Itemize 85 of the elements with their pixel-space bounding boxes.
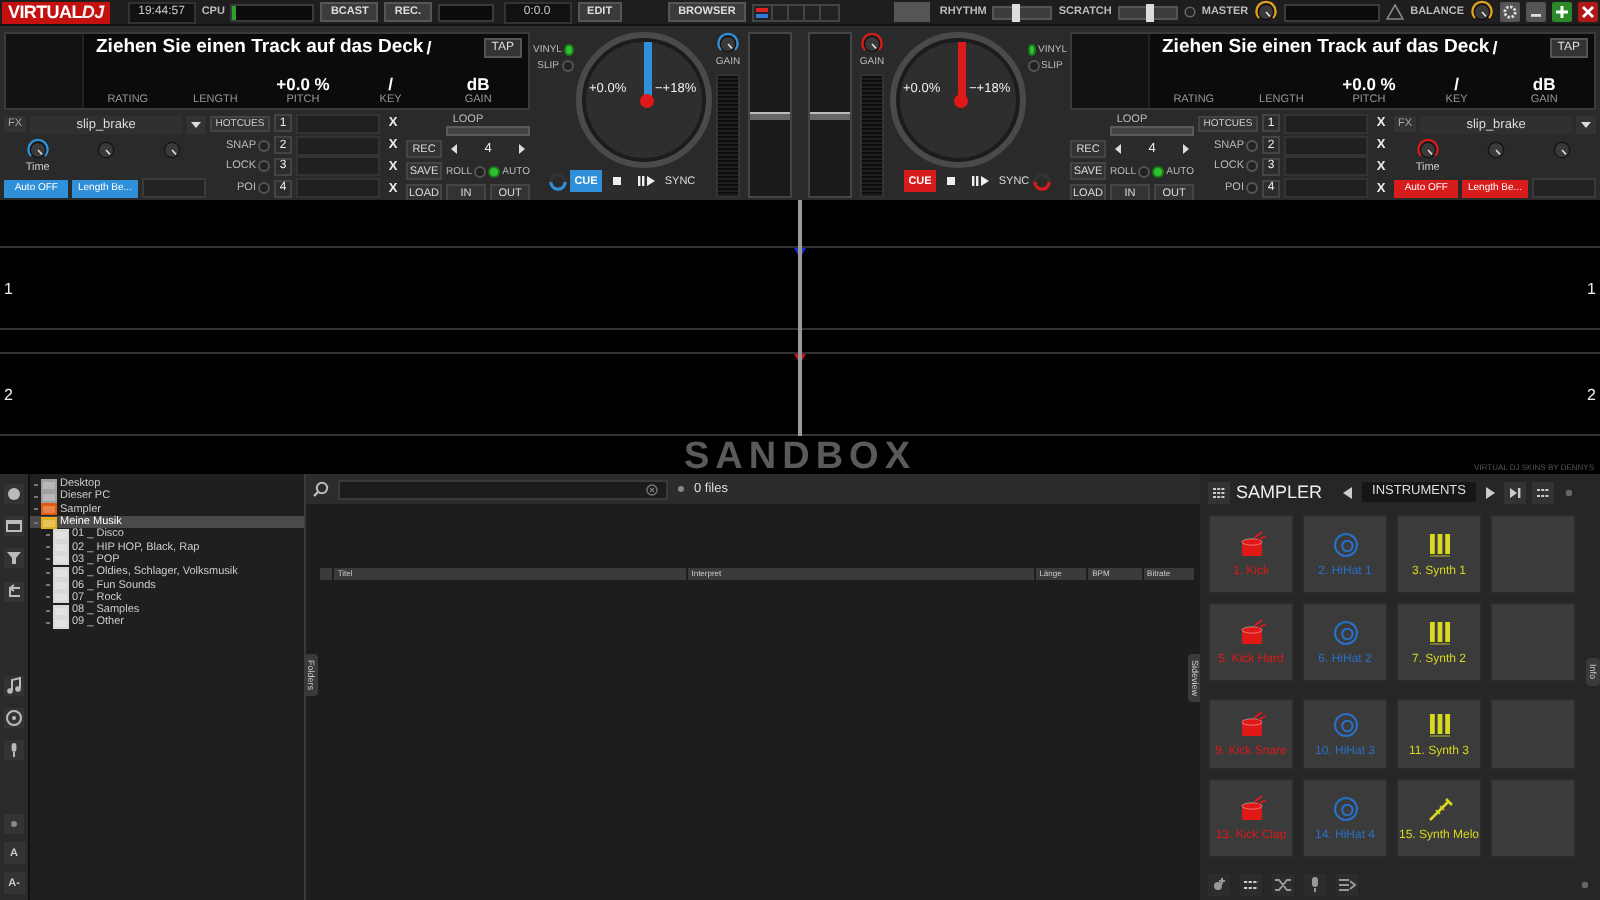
deck-number: 2 — [1587, 385, 1596, 403]
close-icon[interactable] — [1578, 2, 1598, 22]
left-arrow-icon[interactable] — [1340, 483, 1357, 501]
fader-handle[interactable] — [810, 112, 850, 120]
skip-icon[interactable] — [1504, 481, 1527, 503]
scratch-slider[interactable] — [1117, 5, 1178, 19]
dot-icon — [676, 484, 686, 494]
knob[interactable] — [1254, 0, 1279, 24]
volume-fader[interactable] — [748, 32, 792, 198]
knob[interactable] — [1483, 137, 1508, 161]
window-icon[interactable] — [4, 516, 24, 536]
center-dot — [639, 94, 653, 108]
right-arrow-icon[interactable] — [514, 140, 530, 158]
clear-icon[interactable] — [646, 483, 658, 495]
knob[interactable] — [1550, 137, 1575, 161]
key-value: / — [426, 37, 432, 57]
fader-handle[interactable] — [750, 112, 790, 120]
knob[interactable] — [93, 137, 118, 161]
grid-icon[interactable] — [1240, 874, 1262, 896]
drum-icon — [1235, 794, 1267, 822]
shuffle-icon[interactable] — [1272, 874, 1294, 896]
filter-icon[interactable] — [4, 548, 24, 568]
cymbal-icon — [1329, 618, 1361, 646]
drum-icon — [1235, 710, 1267, 738]
readout-value: +0.0 % — [1342, 74, 1396, 94]
right-arrow-icon[interactable] — [1482, 483, 1499, 501]
knob[interactable] — [1415, 137, 1440, 161]
readout-value: dB — [1532, 74, 1556, 94]
left-arrow-icon[interactable] — [1110, 140, 1126, 158]
drum-icon — [1235, 618, 1267, 646]
knob[interactable] — [716, 32, 740, 56]
music-note-icon[interactable] — [4, 676, 24, 696]
readout-value: dB — [466, 74, 490, 94]
logo: VIRTUALDJ — [2, 1, 110, 23]
sync-ring-icon — [548, 171, 568, 191]
knob[interactable] — [860, 32, 884, 56]
sampler-title: SAMPLER — [1236, 482, 1323, 502]
drum-icon — [1235, 530, 1267, 558]
track-title: Ziehen Sie einen Track auf das Deck — [1162, 36, 1490, 58]
vinyl-icon[interactable] — [4, 708, 24, 728]
hotcue-slot — [296, 113, 380, 134]
loop-display — [1110, 126, 1194, 136]
settings-icon[interactable] — [1500, 2, 1520, 22]
export-icon[interactable] — [1336, 874, 1358, 896]
warning-icon — [1386, 4, 1405, 20]
search-field[interactable] — [338, 479, 668, 499]
toggle-button[interactable] — [893, 2, 930, 22]
sync-ring-icon — [1032, 171, 1052, 191]
minimize-icon[interactable] — [1526, 2, 1546, 22]
loop-display — [446, 126, 530, 136]
back-icon[interactable] — [4, 582, 24, 602]
deck-number: 2 — [4, 385, 13, 403]
readout-value: +0.0 % — [276, 74, 330, 94]
knob[interactable] — [160, 137, 185, 161]
grid-icon[interactable] — [1532, 481, 1555, 503]
grid-icon[interactable] — [1208, 481, 1230, 503]
readout-value: / — [1454, 74, 1459, 94]
key-value: / — [1492, 37, 1498, 57]
cymbal-icon — [1329, 710, 1361, 738]
search-icon[interactable] — [312, 480, 330, 498]
center-dot — [953, 94, 967, 108]
dot-icon — [1580, 880, 1590, 890]
dropdown-icon[interactable] — [1576, 115, 1596, 133]
maximize-icon[interactable] — [1552, 2, 1572, 22]
track-title: Ziehen Sie einen Track auf das Deck — [96, 36, 424, 58]
deck-number: 1 — [1587, 279, 1596, 297]
microphone-icon[interactable] — [4, 740, 24, 760]
right-arrow-icon[interactable] — [1178, 140, 1194, 158]
hotcue-slot — [1284, 113, 1368, 134]
cymbal-icon — [1329, 530, 1361, 558]
rhythm-slider[interactable] — [992, 5, 1053, 19]
knob[interactable] — [25, 137, 50, 161]
radio-icon — [1183, 6, 1196, 18]
dropdown-icon[interactable] — [186, 115, 206, 133]
scratch-slider-thumb[interactable] — [1146, 3, 1155, 21]
left-arrow-icon[interactable] — [446, 140, 462, 158]
skin-name: SANDBOX — [683, 440, 916, 474]
volume-fader[interactable] — [808, 32, 852, 198]
deck-number: 1 — [4, 279, 13, 297]
knob[interactable] — [1470, 0, 1494, 24]
readout-value: / — [388, 74, 393, 94]
microphone-icon[interactable] — [1304, 874, 1326, 896]
cymbal-icon — [1329, 794, 1361, 822]
rhythm-slider-thumb[interactable] — [1011, 3, 1020, 21]
dot-icon — [1564, 487, 1575, 497]
